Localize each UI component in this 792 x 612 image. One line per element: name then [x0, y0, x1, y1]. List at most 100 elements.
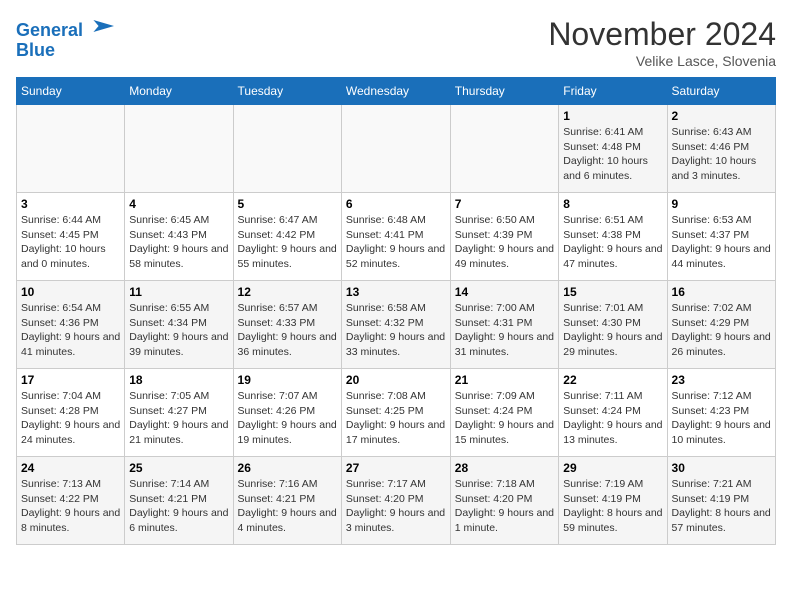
calendar-cell: 17 Sunrise: 7:04 AMSunset: 4:28 PMDayligh…: [17, 369, 125, 457]
day-number: 1: [563, 109, 662, 123]
calendar-week-row: 10Sunrise: 6:54 AMSunset: 4:36 PMDayligh…: [17, 281, 776, 369]
day-number: 15: [563, 285, 662, 299]
day-number: 18: [129, 373, 228, 387]
calendar-body: 1 Sunrise: 6:41 AMSunset: 4:48 PMDaylight…: [17, 105, 776, 545]
month-title: November 2024: [548, 16, 776, 53]
calendar-day-header: Sunday: [17, 78, 125, 105]
day-info: Sunrise: 7:14 AMSunset: 4:21 PMDaylight:…: [129, 477, 228, 536]
day-info: Sunrise: 7:12 AMSunset: 4:23 PMDaylight:…: [672, 389, 771, 448]
calendar-cell: 24 Sunrise: 7:13 AMSunset: 4:22 PMDayligh…: [17, 457, 125, 545]
calendar-cell: 30 Sunrise: 7:21 AMSunset: 4:19 PMDayligh…: [667, 457, 775, 545]
day-info: Sunrise: 7:18 AMSunset: 4:20 PMDaylight:…: [455, 477, 555, 536]
calendar-cell: 29 Sunrise: 7:19 AMSunset: 4:19 PMDayligh…: [559, 457, 667, 545]
calendar-cell: 1 Sunrise: 6:41 AMSunset: 4:48 PMDaylight…: [559, 105, 667, 193]
day-info: Sunrise: 7:21 AMSunset: 4:19 PMDaylight:…: [672, 477, 771, 536]
calendar-week-row: 3 Sunrise: 6:44 AMSunset: 4:45 PMDaylight…: [17, 193, 776, 281]
day-number: 8: [563, 197, 662, 211]
day-number: 14: [455, 285, 555, 299]
day-number: 4: [129, 197, 228, 211]
day-number: 26: [238, 461, 337, 475]
day-info: Sunrise: 7:05 AMSunset: 4:27 PMDaylight:…: [129, 389, 228, 448]
day-number: 25: [129, 461, 228, 475]
calendar-cell: 12 Sunrise: 6:57 AMSunset: 4:33 PMDayligh…: [233, 281, 341, 369]
day-number: 5: [238, 197, 337, 211]
calendar-day-header: Thursday: [450, 78, 559, 105]
day-info: Sunrise: 7:00 AMSunset: 4:31 PMDaylight:…: [455, 301, 555, 360]
day-number: 23: [672, 373, 771, 387]
day-info: Sunrise: 6:57 AMSunset: 4:33 PMDaylight:…: [238, 301, 337, 360]
day-info: Sunrise: 6:53 AMSunset: 4:37 PMDaylight:…: [672, 213, 771, 272]
calendar-cell: 28 Sunrise: 7:18 AMSunset: 4:20 PMDayligh…: [450, 457, 559, 545]
day-info: Sunrise: 7:16 AMSunset: 4:21 PMDaylight:…: [238, 477, 337, 536]
calendar-cell: 22Sunrise: 7:11 AMSunset: 4:24 PMDayligh…: [559, 369, 667, 457]
page-header: General Blue November 2024 Velike Lasce,…: [16, 16, 776, 69]
calendar-cell: 8 Sunrise: 6:51 AMSunset: 4:38 PMDaylight…: [559, 193, 667, 281]
calendar-cell: 26 Sunrise: 7:16 AMSunset: 4:21 PMDayligh…: [233, 457, 341, 545]
calendar-cell: 20 Sunrise: 7:08 AMSunset: 4:25 PMDayligh…: [341, 369, 450, 457]
day-info: Sunrise: 7:17 AMSunset: 4:20 PMDaylight:…: [346, 477, 446, 536]
day-number: 20: [346, 373, 446, 387]
logo-blue: Blue: [16, 41, 114, 61]
day-info: Sunrise: 6:41 AMSunset: 4:48 PMDaylight:…: [563, 125, 662, 184]
day-number: 21: [455, 373, 555, 387]
day-info: Sunrise: 7:19 AMSunset: 4:19 PMDaylight:…: [563, 477, 662, 536]
day-info: Sunrise: 7:01 AMSunset: 4:30 PMDaylight:…: [563, 301, 662, 360]
calendar-cell: 18 Sunrise: 7:05 AMSunset: 4:27 PMDayligh…: [125, 369, 233, 457]
calendar-cell: 6Sunrise: 6:48 AMSunset: 4:41 PMDaylight…: [341, 193, 450, 281]
day-number: 27: [346, 461, 446, 475]
calendar-cell: 5 Sunrise: 6:47 AMSunset: 4:42 PMDaylight…: [233, 193, 341, 281]
calendar-cell: [233, 105, 341, 193]
calendar-cell: 23 Sunrise: 7:12 AMSunset: 4:23 PMDayligh…: [667, 369, 775, 457]
day-number: 30: [672, 461, 771, 475]
calendar-cell: 25 Sunrise: 7:14 AMSunset: 4:21 PMDayligh…: [125, 457, 233, 545]
calendar-week-row: 1 Sunrise: 6:41 AMSunset: 4:48 PMDaylight…: [17, 105, 776, 193]
day-number: 19: [238, 373, 337, 387]
calendar-cell: [450, 105, 559, 193]
day-info: Sunrise: 6:44 AMSunset: 4:45 PMDaylight:…: [21, 213, 120, 272]
day-info: Sunrise: 6:43 AMSunset: 4:46 PMDaylight:…: [672, 125, 771, 184]
day-number: 16: [672, 285, 771, 299]
calendar-cell: 4Sunrise: 6:45 AMSunset: 4:43 PMDaylight…: [125, 193, 233, 281]
day-number: 2: [672, 109, 771, 123]
calendar-cell: 7Sunrise: 6:50 AMSunset: 4:39 PMDaylight…: [450, 193, 559, 281]
day-number: 29: [563, 461, 662, 475]
calendar-day-header: Saturday: [667, 78, 775, 105]
day-number: 9: [672, 197, 771, 211]
day-number: 17: [21, 373, 120, 387]
calendar-cell: 16 Sunrise: 7:02 AMSunset: 4:29 PMDayligh…: [667, 281, 775, 369]
calendar-cell: 27 Sunrise: 7:17 AMSunset: 4:20 PMDayligh…: [341, 457, 450, 545]
day-info: Sunrise: 7:11 AMSunset: 4:24 PMDaylight:…: [563, 389, 662, 448]
logo: General Blue: [16, 16, 114, 61]
calendar-day-header: Monday: [125, 78, 233, 105]
calendar-table: SundayMondayTuesdayWednesdayThursdayFrid…: [16, 77, 776, 545]
day-info: Sunrise: 7:09 AMSunset: 4:24 PMDaylight:…: [455, 389, 555, 448]
day-number: 3: [21, 197, 120, 211]
day-number: 12: [238, 285, 337, 299]
calendar-cell: 3 Sunrise: 6:44 AMSunset: 4:45 PMDaylight…: [17, 193, 125, 281]
day-number: 28: [455, 461, 555, 475]
day-info: Sunrise: 6:47 AMSunset: 4:42 PMDaylight:…: [238, 213, 337, 272]
day-number: 6: [346, 197, 446, 211]
calendar-week-row: 17 Sunrise: 7:04 AMSunset: 4:28 PMDayligh…: [17, 369, 776, 457]
calendar-day-header: Tuesday: [233, 78, 341, 105]
day-info: Sunrise: 7:08 AMSunset: 4:25 PMDaylight:…: [346, 389, 446, 448]
calendar-day-header: Wednesday: [341, 78, 450, 105]
calendar-cell: 14 Sunrise: 7:00 AMSunset: 4:31 PMDayligh…: [450, 281, 559, 369]
day-info: Sunrise: 6:51 AMSunset: 4:38 PMDaylight:…: [563, 213, 662, 272]
day-info: Sunrise: 7:04 AMSunset: 4:28 PMDaylight:…: [21, 389, 120, 448]
logo-arrow-icon: [90, 16, 114, 36]
calendar-cell: [125, 105, 233, 193]
calendar-cell: [17, 105, 125, 193]
day-info: Sunrise: 7:13 AMSunset: 4:22 PMDaylight:…: [21, 477, 120, 536]
day-number: 11: [129, 285, 228, 299]
title-block: November 2024 Velike Lasce, Slovenia: [548, 16, 776, 69]
logo-general: General: [16, 20, 83, 40]
day-number: 24: [21, 461, 120, 475]
day-number: 7: [455, 197, 555, 211]
calendar-cell: 2 Sunrise: 6:43 AMSunset: 4:46 PMDaylight…: [667, 105, 775, 193]
calendar-header-row: SundayMondayTuesdayWednesdayThursdayFrid…: [17, 78, 776, 105]
day-number: 13: [346, 285, 446, 299]
calendar-cell: 10Sunrise: 6:54 AMSunset: 4:36 PMDayligh…: [17, 281, 125, 369]
calendar-cell: 19Sunrise: 7:07 AMSunset: 4:26 PMDayligh…: [233, 369, 341, 457]
day-info: Sunrise: 7:02 AMSunset: 4:29 PMDaylight:…: [672, 301, 771, 360]
